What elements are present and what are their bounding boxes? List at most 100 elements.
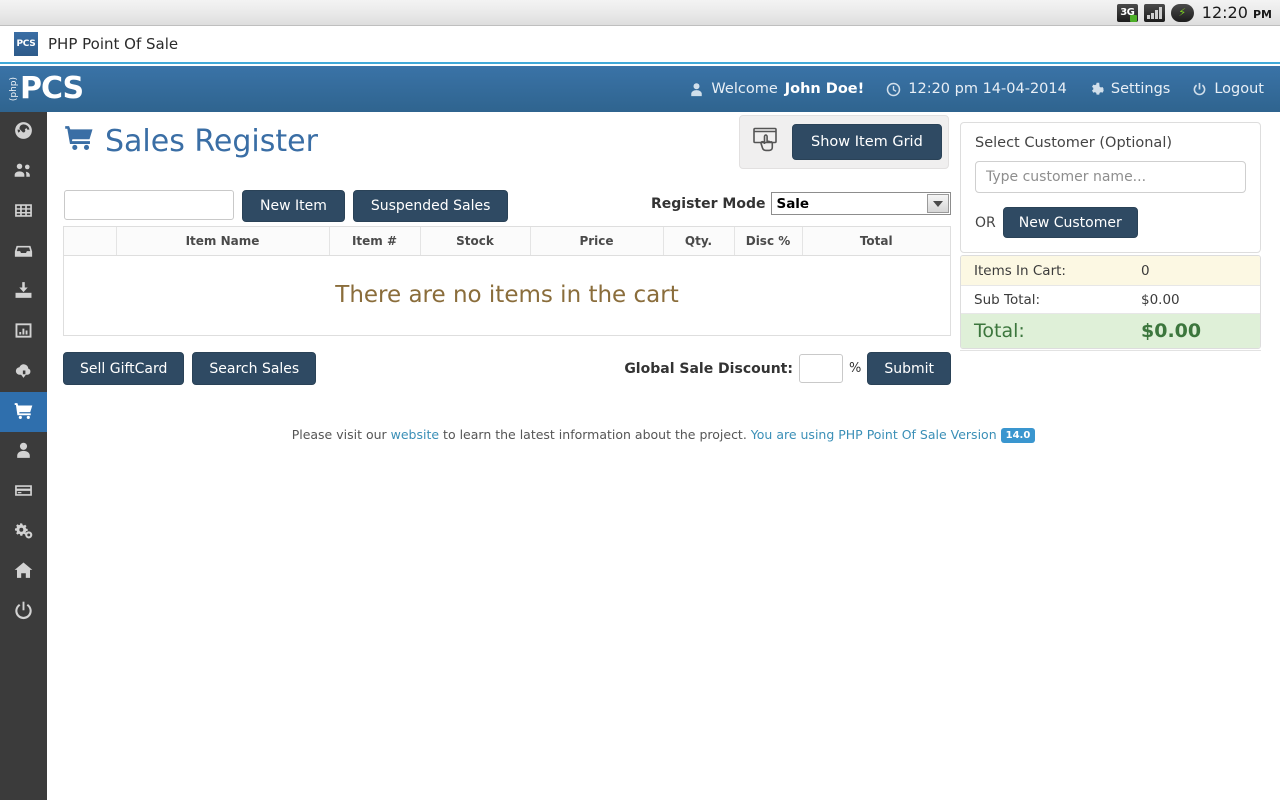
cart-empty-row: There are no items in the cart xyxy=(64,255,950,335)
sidebar-item-customers[interactable] xyxy=(0,152,47,192)
reports-chart-icon xyxy=(13,320,34,345)
sidebar-item-reports[interactable] xyxy=(0,312,47,352)
dashboard-gauge-icon xyxy=(13,120,34,145)
cart-col-stock: Stock xyxy=(420,227,531,256)
sidebar-item-items-grid[interactable] xyxy=(0,192,47,232)
register-mode-group: Register Mode Sale xyxy=(651,192,952,215)
cart-empty-message: There are no items in the cart xyxy=(335,282,679,309)
3g-signal-icon: 3G xyxy=(1116,3,1138,22)
show-item-grid-panel: Show Item Grid xyxy=(739,115,949,169)
cart-table-head: Item Name Item # Stock Price Qty. Disc %… xyxy=(64,227,950,256)
sales-cart-icon xyxy=(13,400,34,425)
status-icons: 3G ⚡ 12:20 PM xyxy=(1116,3,1280,22)
clock-icon xyxy=(886,82,901,97)
sidebar-item-config[interactable] xyxy=(0,512,47,552)
shopping-cart-icon xyxy=(64,124,94,159)
page-title: Sales Register xyxy=(64,124,318,159)
cart-col-qty: Qty. xyxy=(663,227,735,256)
items-in-cart-value: 0 xyxy=(1141,262,1150,279)
brand-logo[interactable]: (php) PCS xyxy=(0,74,110,104)
cart-table-body: There are no items in the cart xyxy=(64,255,950,335)
home-icon xyxy=(13,560,34,585)
show-item-grid-button[interactable]: Show Item Grid xyxy=(792,123,942,161)
total-value: $0.00 xyxy=(1141,320,1202,342)
submit-discount-button[interactable]: Submit xyxy=(867,352,951,385)
sell-giftcard-button[interactable]: Sell GiftCard xyxy=(63,352,185,385)
sidebar-item-receivings[interactable] xyxy=(0,272,47,312)
search-sales-button[interactable]: Search Sales xyxy=(192,352,317,385)
browser-page-title: PHP Point Of Sale xyxy=(48,35,179,53)
logout-link[interactable]: Logout xyxy=(1192,81,1264,97)
register-mode-label: Register Mode xyxy=(651,195,766,212)
footer: Please visit our website to learn the la… xyxy=(47,427,1280,443)
new-item-button[interactable]: New Item xyxy=(242,190,345,222)
cart-table: Item Name Item # Stock Price Qty. Disc %… xyxy=(64,227,950,335)
sidebar-item-inbox[interactable] xyxy=(0,232,47,272)
register-mode-select[interactable]: Sale xyxy=(771,192,952,215)
gear-icon xyxy=(1089,82,1104,97)
customer-panel-title: Select Customer (Optional) xyxy=(975,135,1173,151)
customers-group-icon xyxy=(13,160,34,185)
or-label: OR xyxy=(975,214,996,231)
header-nav: Welcome John Doe! 12:20 pm 14-04-2014 Se… xyxy=(689,81,1280,97)
sidebar-nav xyxy=(0,112,47,800)
main-content: Sales Register Show Item Grid New Item S… xyxy=(47,112,1280,800)
cart-actions-row: Sell GiftCard Search Sales Global Sale D… xyxy=(63,352,951,385)
cart-col-price: Price xyxy=(530,227,664,256)
register-mode-value: Sale xyxy=(776,195,810,212)
sidebar-item-dashboard[interactable] xyxy=(0,112,47,152)
totals-row-total: Total: $0.00 xyxy=(961,314,1260,348)
items-in-cart-label: Items In Cart: xyxy=(974,262,1066,279)
header-datetime-text: 12:20 pm 14-04-2014 xyxy=(908,81,1067,97)
inbox-tray-icon xyxy=(13,240,34,265)
power-icon xyxy=(1192,82,1207,97)
chevron-down-icon[interactable] xyxy=(927,194,950,213)
grid-table-icon xyxy=(13,200,34,225)
settings-link[interactable]: Settings xyxy=(1089,81,1170,97)
android-status-bar: 3G ⚡ 12:20 PM xyxy=(0,0,1280,26)
global-discount-input[interactable] xyxy=(798,354,843,383)
brand-pos-text: PCS xyxy=(20,71,84,106)
new-customer-button[interactable]: New Customer xyxy=(1002,207,1138,238)
browser-title-bar: PCS PHP Point Of Sale xyxy=(0,26,1280,64)
customer-or-row: OR New Customer xyxy=(975,207,1246,238)
totals-divider xyxy=(960,350,1261,351)
global-discount-group: Global Sale Discount: % Submit xyxy=(624,352,951,385)
footer-text-middle: to learn the latest information about th… xyxy=(439,427,751,442)
brand-php-tag: (php) xyxy=(9,76,19,102)
logout-label: Logout xyxy=(1214,81,1264,97)
cart-header-row: Item Name Item # Stock Price Qty. Disc %… xyxy=(64,227,950,256)
customer-search-input[interactable] xyxy=(975,161,1246,193)
sidebar-item-payments[interactable] xyxy=(0,472,47,512)
user-icon xyxy=(689,82,704,97)
hand-pointing-screen-icon xyxy=(752,126,782,158)
totals-row-items-in-cart: Items In Cart: 0 xyxy=(961,256,1260,285)
cart-col-item-name: Item Name xyxy=(116,227,330,256)
footer-text-before: Please visit our xyxy=(291,427,391,442)
payments-card-icon xyxy=(13,480,34,505)
page-title-text: Sales Register xyxy=(105,124,318,159)
header-datetime: 12:20 pm 14-04-2014 xyxy=(886,81,1067,97)
version-link[interactable]: You are using PHP Point Of Sale Version xyxy=(751,427,997,442)
battery-charging-icon: ⚡ xyxy=(1170,3,1194,22)
cart-col-item-number: Item # xyxy=(329,227,421,256)
sidebar-item-sales[interactable] xyxy=(0,392,47,432)
sidebar-item-power[interactable] xyxy=(0,592,47,632)
cart-col-total: Total xyxy=(802,227,950,256)
welcome-user[interactable]: Welcome John Doe! xyxy=(689,81,864,97)
website-link[interactable]: website xyxy=(391,427,439,442)
version-badge: 14.0 xyxy=(1000,428,1036,443)
sidebar-item-employee[interactable] xyxy=(0,432,47,472)
customer-panel: Select Customer (Optional) OR New Custom… xyxy=(960,122,1261,253)
employee-person-icon xyxy=(13,440,34,465)
sidebar-item-home[interactable] xyxy=(0,552,47,592)
percent-sign: % xyxy=(848,361,862,376)
sidebar-item-cloud-download[interactable] xyxy=(0,352,47,392)
cart-col-disc: Disc % xyxy=(734,227,803,256)
status-bar-clock: 12:20 PM xyxy=(1201,3,1272,22)
app-header: (php) PCS Welcome John Doe! 12:20 pm 14-… xyxy=(0,66,1280,112)
receivings-download-icon xyxy=(13,280,34,305)
item-search-input[interactable] xyxy=(64,190,234,220)
signal-bars-icon xyxy=(1143,3,1165,22)
suspended-sales-button[interactable]: Suspended Sales xyxy=(352,190,509,222)
